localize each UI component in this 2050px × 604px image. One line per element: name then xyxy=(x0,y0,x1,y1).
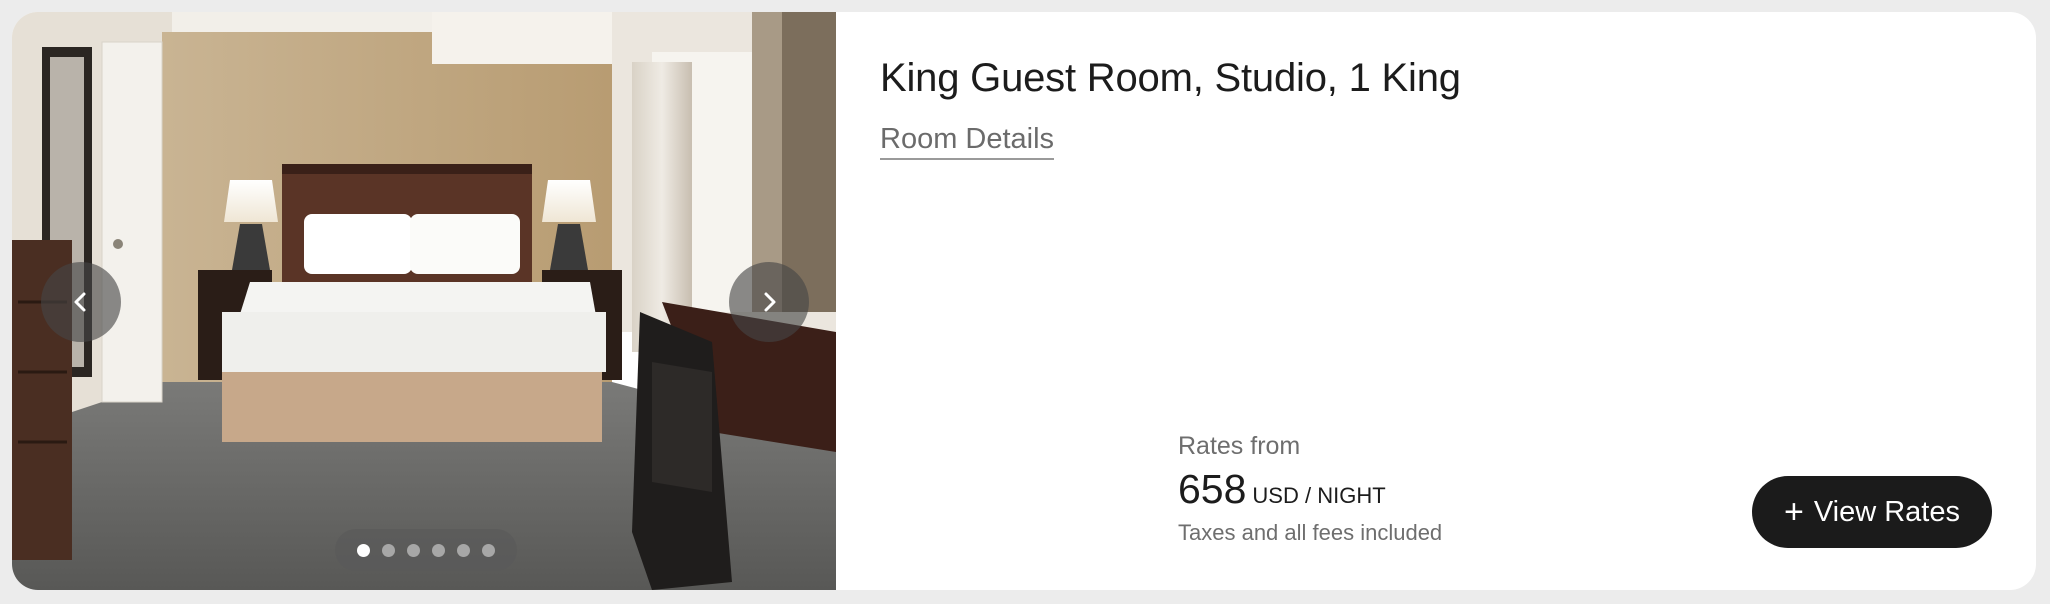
view-rates-button[interactable]: + View Rates xyxy=(1752,476,1992,548)
photo-pagination xyxy=(335,529,517,571)
previous-photo-button[interactable] xyxy=(41,262,121,342)
room-details-link[interactable]: Room Details xyxy=(880,123,1055,160)
room-title: King Guest Room, Studio, 1 King xyxy=(880,56,1461,100)
view-rates-label: View Rates xyxy=(1813,495,1960,528)
photo-dot[interactable] xyxy=(357,543,370,557)
next-photo-button[interactable] xyxy=(729,262,809,342)
photo-dot[interactable] xyxy=(407,543,420,557)
price-amount: 658 xyxy=(1178,466,1247,512)
photo-dot[interactable] xyxy=(432,543,445,557)
price: 658 USD / NIGHT xyxy=(1178,466,1386,513)
taxes-note: Taxes and all fees included xyxy=(1178,520,1443,545)
plus-icon: + xyxy=(1783,493,1804,531)
room-photo xyxy=(12,12,836,590)
room-photo-carousel[interactable] xyxy=(12,12,836,590)
photo-dot[interactable] xyxy=(482,543,495,557)
photo-dot[interactable] xyxy=(382,543,395,557)
photo-dot[interactable] xyxy=(457,543,470,557)
rates-from-label: Rates from xyxy=(1178,432,1301,460)
chevron-right-icon xyxy=(764,292,776,312)
chevron-left-icon xyxy=(74,292,86,312)
price-unit: USD / NIGHT xyxy=(1252,483,1386,508)
room-card: King Guest Room, Studio, 1 King Room Det… xyxy=(12,12,2036,590)
